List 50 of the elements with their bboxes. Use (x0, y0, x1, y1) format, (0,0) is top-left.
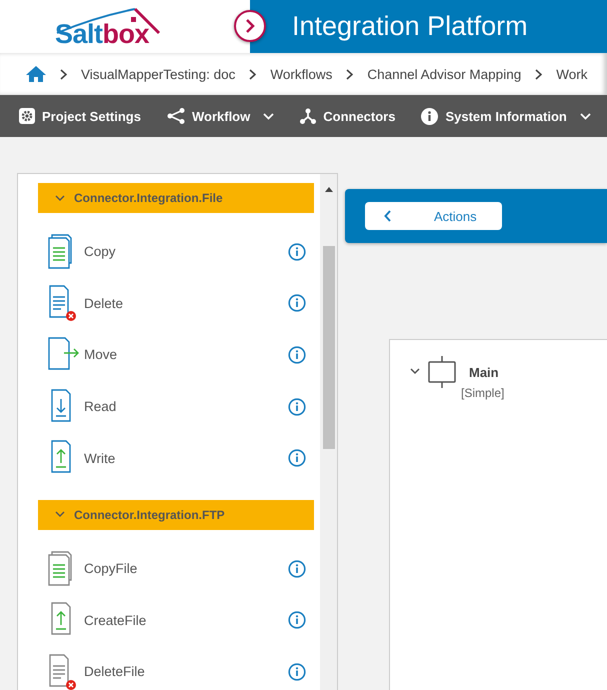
info-icon[interactable] (288, 242, 306, 261)
connector-action[interactable]: Write (84, 450, 288, 466)
breadcrumb-link[interactable]: VisualMapperTesting: doc (81, 66, 236, 82)
connector-action[interactable]: Read (84, 399, 288, 414)
info-icon[interactable] (288, 294, 306, 312)
expand-button[interactable] (234, 10, 266, 42)
caret-icon (580, 112, 591, 120)
chevron-icon (535, 68, 542, 80)
settings-icon (19, 108, 35, 124)
chevron-icon (346, 68, 354, 80)
node-title[interactable]: Main (469, 365, 504, 380)
info-icon[interactable] (288, 346, 306, 364)
info-icon[interactable] (288, 611, 306, 630)
scroll-up-icon (324, 187, 332, 192)
chevron-icon (60, 68, 67, 80)
info-icon[interactable] (288, 449, 306, 468)
share-icon (166, 108, 185, 124)
info-icon[interactable] (288, 662, 306, 681)
info-icon (421, 108, 438, 124)
toolbar-button[interactable]: System Information (421, 108, 591, 124)
connector-action[interactable]: DeleteFile (84, 664, 288, 680)
group-header[interactable]: Connector.Integration.FTP (38, 500, 314, 530)
chevron-icon[interactable] (410, 368, 420, 375)
breadcrumb-link[interactable]: Workflows (270, 66, 332, 82)
caret-icon (263, 112, 274, 120)
breadcrumb-link[interactable]: Work (556, 66, 588, 82)
chevron-icon (249, 68, 256, 80)
group-header[interactable]: Connector.Integration.File (38, 183, 314, 213)
connector-action[interactable]: CopyFile (84, 561, 288, 576)
toolbar-button[interactable]: Project Settings (19, 108, 141, 124)
connector-action[interactable]: CreateFile (84, 612, 288, 628)
chevron-icon (245, 19, 255, 33)
chevron-icon (55, 511, 65, 518)
app-title: Integration Platform (292, 11, 528, 42)
actions-button[interactable]: Actions (365, 202, 502, 230)
step-icon (427, 356, 457, 388)
info-icon[interactable] (288, 398, 306, 416)
network-icon (300, 108, 316, 124)
connector-action[interactable]: Delete (84, 296, 288, 311)
node-type: [Simple] (461, 386, 504, 400)
toolbar-button[interactable]: Connectors (300, 108, 396, 124)
home-icon[interactable] (26, 66, 46, 82)
info-icon[interactable] (288, 560, 306, 578)
toolbar-button[interactable]: Workflow (166, 108, 274, 124)
chevron-icon (384, 210, 392, 222)
chevron-icon (55, 194, 65, 202)
logo: Saltbox (55, 4, 165, 48)
connector-action[interactable]: Copy (84, 244, 288, 260)
breadcrumb-link[interactable]: Channel Advisor Mapping (367, 66, 522, 82)
connector-action[interactable]: Move (84, 347, 288, 362)
